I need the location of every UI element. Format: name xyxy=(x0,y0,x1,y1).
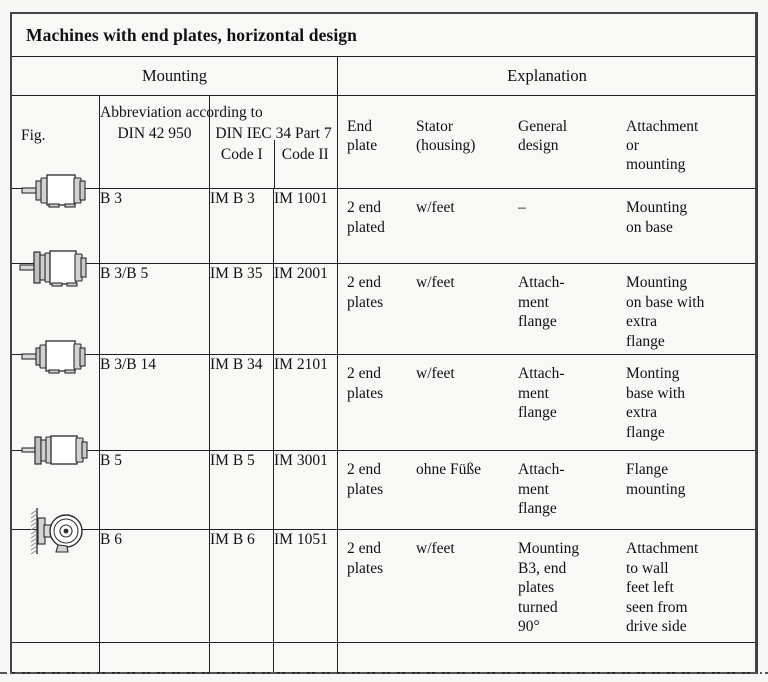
code-i-value: IM B 5 xyxy=(209,450,274,530)
column-header-code-ii: Code II xyxy=(281,146,329,163)
end-plate-value: 2 end plates xyxy=(347,365,384,402)
explanation-cell: 2 end plates w/feet Attach-ment flange Mon… xyxy=(336,354,758,451)
general-design-value: Attach-ment flange xyxy=(518,274,565,330)
table-row: B 3/B 14 IM B 34 IM 2101 2 end plates w/f… xyxy=(11,340,758,451)
code-i-value: IM B 34 xyxy=(209,354,274,451)
general-design-value: Attach-ment flange xyxy=(518,461,565,517)
din-iec-block: DIN IEC 34 Part 7 Code I Code II xyxy=(210,96,337,188)
din-42-950-value: B 5 xyxy=(99,450,210,530)
code-ii-value: IM 1001 xyxy=(273,188,338,264)
end-plate-value: 2 end plates xyxy=(347,274,384,311)
explanation-cell: 2 end plates w/feet Attach-ment flange Mou… xyxy=(336,263,758,355)
code-ii-value: IM 1051 xyxy=(273,529,338,643)
code-ii-value: IM 3001 xyxy=(273,450,338,530)
group-header-explanation: Explanation xyxy=(336,56,758,96)
table-sheet: Machines with end plates, horizontal des… xyxy=(0,0,768,682)
figure-cell-empty xyxy=(11,642,100,673)
table-title-row: Machines with end plates, horizontal des… xyxy=(10,13,758,57)
din-42-950-value: B 6 xyxy=(99,529,210,643)
attachment-value: Monting base with extra flange xyxy=(626,365,685,441)
column-header-end-plate: End plate xyxy=(347,117,413,155)
table-row: B 5 IM B 5 IM 3001 2 end plates ohne Füße… xyxy=(11,435,758,530)
general-design-value: – xyxy=(518,199,526,216)
column-header-fig: Fig. xyxy=(21,127,46,144)
column-header-stator: Stator (housing) xyxy=(416,117,516,155)
code-i-value: IM B 6 xyxy=(209,529,274,643)
din-42-950-empty xyxy=(99,642,210,673)
code-i-empty xyxy=(209,642,274,673)
attachment-line-1: Attachment xyxy=(626,118,699,135)
attachment-value: Mounting on base with extra flange xyxy=(626,274,705,350)
group-header-row: Mounting Explanation xyxy=(11,56,758,96)
motor-feet-side-view-icon xyxy=(20,170,92,210)
code-ii-value: IM 2101 xyxy=(273,354,338,451)
explanation-header-grid: End plate Stator (housing) General desig… xyxy=(338,96,756,188)
abbreviation-block: Abbreviation according to DIN 42 950 xyxy=(100,96,263,188)
explanation-cell: 2 end plates w/feet Mounting B3, end plates… xyxy=(336,529,758,643)
table-row-empty xyxy=(11,642,758,673)
general-line-2: design xyxy=(518,137,559,154)
group-header-mounting: Mounting xyxy=(11,56,338,96)
column-header-din-42-950: DIN 42 950 xyxy=(117,125,192,142)
motor-flange-no-feet-side-view-icon xyxy=(20,432,92,468)
end-plate-value: 2 end plates xyxy=(347,540,384,577)
page-bottom-dash-dot-rule xyxy=(0,672,768,674)
code-i-value: IM B 3 xyxy=(209,188,274,264)
column-header-code-i: Code I xyxy=(220,146,263,163)
table-row: B 6 IM B 6 IM 1051 2 end plates w/feet Mo… xyxy=(11,508,758,643)
column-header-din-iec-cell: DIN IEC 34 Part 7 Code I Code II xyxy=(209,95,338,189)
motor-feet-flange-side-view-icon xyxy=(18,245,94,289)
attachment-value: Mounting on base xyxy=(626,199,688,236)
column-header-explanation-cell: End plate Stator (housing) General desig… xyxy=(336,95,758,189)
din-42-950-value: B 3/B 14 xyxy=(99,354,210,451)
attachment-value: Attachment to wall feet left seen from drive… xyxy=(626,540,699,635)
explanation-cell: 2 end plated w/feet – Mounting on base xyxy=(336,188,758,264)
column-header-row: Fig. Abbreviation according to DIN 42 95… xyxy=(11,95,758,189)
stator-value: w/feet xyxy=(416,199,455,216)
table-row: B 3 IM B 3 IM 1001 2 end plated w/feet – … xyxy=(11,174,758,264)
din-42-950-value: B 3/B 5 xyxy=(99,263,210,355)
page-title: Machines with end plates, horizontal des… xyxy=(10,13,758,57)
column-header-abbreviation-title: Abbreviation according to xyxy=(100,104,263,121)
code-ii-value: IM 2001 xyxy=(273,263,338,355)
end-plate-value: 2 end plates xyxy=(347,461,384,498)
column-header-general-design: General design xyxy=(518,117,618,155)
stator-line-2: (housing) xyxy=(416,137,476,154)
motor-feet-small-flange-side-view-icon xyxy=(20,336,92,376)
stator-value: w/feet xyxy=(416,274,455,291)
attachment-value: Flange mounting xyxy=(626,461,686,498)
column-header-din42950-cell: Abbreviation according to DIN 42 950 xyxy=(99,95,263,189)
explanation-cell: 2 end plates ohne Füße Attach-ment flange … xyxy=(336,450,758,530)
end-plate-value: 2 end plated xyxy=(347,199,385,236)
attachment-line-2: or xyxy=(626,137,639,154)
figure-cell xyxy=(11,508,100,643)
table-row: B 3/B 5 IM B 35 IM 2001 2 end plates w/fe… xyxy=(11,250,758,355)
machines-mounting-table: Machines with end plates, horizontal des… xyxy=(9,12,759,674)
explanation-cell-empty xyxy=(336,642,758,673)
code-i-value: IM B 35 xyxy=(209,263,274,355)
stator-value: w/feet xyxy=(416,365,455,382)
end-plate-line-1: End xyxy=(347,118,372,135)
stator-value: ohne Füße xyxy=(416,461,482,478)
stator-value: w/feet xyxy=(416,540,455,557)
column-header-attachment: Attachment or mounting xyxy=(626,117,761,174)
din-42-950-value: B 3 xyxy=(99,188,210,264)
motor-wall-mount-end-view-icon xyxy=(23,504,89,558)
general-line-1: General xyxy=(518,118,568,135)
general-design-value: Mounting B3, end plates turned 90° xyxy=(518,540,580,635)
code-ii-empty xyxy=(273,642,338,673)
end-plate-line-2: plate xyxy=(347,137,378,154)
stator-line-1: Stator xyxy=(416,118,454,135)
general-design-value: Attach-ment flange xyxy=(518,365,565,421)
attachment-line-3: mounting xyxy=(626,156,686,173)
